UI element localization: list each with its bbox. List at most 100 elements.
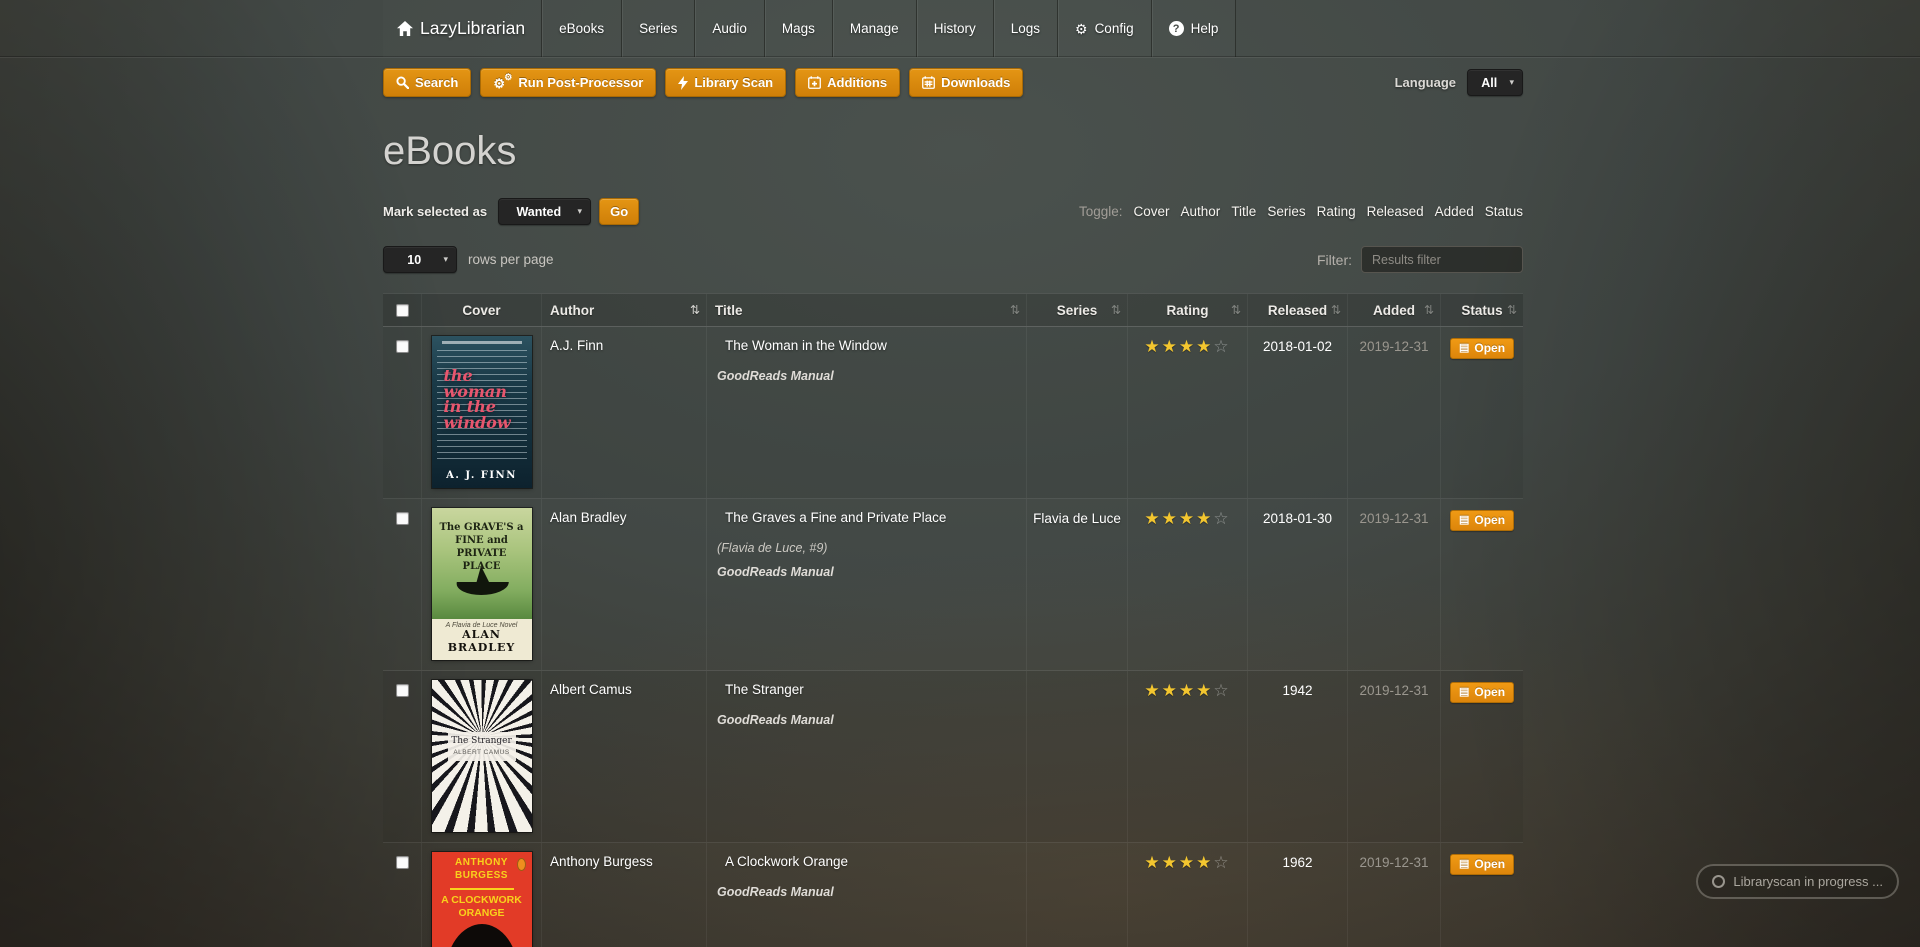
cover-title-text: A CLOCKWORK ORANGE xyxy=(432,894,532,920)
open-button[interactable]: ▤Open xyxy=(1450,682,1514,703)
nav-item-history[interactable]: History xyxy=(916,0,993,57)
penguin-logo xyxy=(517,858,526,871)
title-link[interactable]: A Clockwork Orange xyxy=(725,854,1018,869)
toggle-series[interactable]: Series xyxy=(1267,204,1305,219)
toolbar: Search ⚙⚙ Run Post-Processor Library Sca… xyxy=(383,68,1523,97)
toggle-author[interactable]: Author xyxy=(1181,204,1221,219)
filter-label: Filter: xyxy=(1317,252,1352,268)
header-series[interactable]: Series⇅ xyxy=(1026,294,1127,326)
cover-author-text: ALAN BRADLEY xyxy=(432,628,532,656)
author-link[interactable]: Anthony Burgess xyxy=(550,854,653,869)
nav-item-series[interactable]: Series xyxy=(621,0,694,57)
header-author[interactable]: Author⇅ xyxy=(541,294,706,326)
source-note: GoodReads Manual xyxy=(717,369,1018,383)
downloads-button[interactable]: Downloads xyxy=(909,68,1023,97)
navbar: LazyLibrarian eBooks Series Audio Mags M… xyxy=(383,0,1236,57)
nav-item-manage[interactable]: Manage xyxy=(832,0,916,57)
home-icon xyxy=(397,21,413,36)
search-icon xyxy=(396,76,409,89)
language-group: Language All ▾ xyxy=(1395,69,1523,96)
cover-label: The Stranger ALBERT CAMUS xyxy=(448,732,516,761)
rows-per-page-select[interactable]: 10 ▾ xyxy=(383,246,457,273)
run-post-processor-button[interactable]: ⚙⚙ Run Post-Processor xyxy=(480,68,656,97)
star-rating: ★★★★☆ xyxy=(1144,509,1230,528)
brand-label: LazyLibrarian xyxy=(420,18,525,39)
toggle-added[interactable]: Added xyxy=(1435,204,1474,219)
header-released[interactable]: Released⇅ xyxy=(1247,294,1347,326)
table-header-row: Cover Author⇅ Title⇅ Series⇅ Rating⇅ Rel… xyxy=(383,293,1523,327)
gears-icon: ⚙⚙ xyxy=(493,75,512,91)
added-date: 2019-12-31 xyxy=(1359,855,1428,870)
header-added[interactable]: Added⇅ xyxy=(1347,294,1440,326)
nav-item-logs[interactable]: Logs xyxy=(993,0,1057,57)
header-title[interactable]: Title⇅ xyxy=(706,294,1026,326)
open-button[interactable]: ▤Open xyxy=(1450,338,1514,359)
cover-title-text: the woman in the window xyxy=(444,368,510,431)
added-date: 2019-12-31 xyxy=(1359,511,1428,526)
open-button[interactable]: ▤Open xyxy=(1450,854,1514,875)
calendar-icon xyxy=(922,76,935,89)
source-note: GoodReads Manual xyxy=(717,885,1018,899)
nav-item-ebooks[interactable]: eBooks xyxy=(541,0,621,57)
table-row: the woman in the window A. J. FINN A.J. … xyxy=(383,327,1523,499)
row-checkbox[interactable] xyxy=(396,856,409,869)
toggle-label: Toggle: xyxy=(1079,204,1123,219)
book-icon: ▤ xyxy=(1459,343,1469,354)
header-status[interactable]: Status⇅ xyxy=(1440,294,1523,326)
toggle-cover[interactable]: Cover xyxy=(1134,204,1170,219)
sort-icon: ⇅ xyxy=(1331,303,1341,317)
title-link[interactable]: The Woman in the Window xyxy=(725,338,1018,353)
open-button[interactable]: ▤Open xyxy=(1450,510,1514,531)
toast-message: Libraryscan in progress ... xyxy=(1733,874,1883,889)
cover-decoration xyxy=(442,341,522,344)
header-rating[interactable]: Rating⇅ xyxy=(1127,294,1247,326)
results-filter-input[interactable] xyxy=(1361,246,1523,273)
book-icon: ▤ xyxy=(1459,859,1469,870)
question-circle-icon: ? xyxy=(1169,21,1184,36)
language-label: Language xyxy=(1395,75,1456,90)
nav-item-help[interactable]: ? Help xyxy=(1151,0,1237,57)
star-rating: ★★★★☆ xyxy=(1144,337,1230,356)
bolt-icon xyxy=(678,76,688,90)
toggle-title[interactable]: Title xyxy=(1231,204,1256,219)
cover-decoration xyxy=(450,888,514,890)
author-link[interactable]: Alan Bradley xyxy=(550,510,627,525)
select-all-checkbox[interactable] xyxy=(396,304,409,317)
table-row: ANTHONY BURGESS A CLOCKWORK ORANGE Antho… xyxy=(383,843,1523,947)
toggle-status[interactable]: Status xyxy=(1485,204,1523,219)
toggle-released[interactable]: Released xyxy=(1367,204,1424,219)
released-date: 1962 xyxy=(1282,855,1312,870)
sort-icon: ⇅ xyxy=(1010,303,1020,317)
sort-icon: ⇅ xyxy=(690,303,700,317)
additions-button[interactable]: Additions xyxy=(795,68,900,97)
book-cover[interactable]: ANTHONY BURGESS A CLOCKWORK ORANGE xyxy=(432,852,532,947)
book-cover[interactable]: The Stranger ALBERT CAMUS xyxy=(432,680,532,832)
nav-item-config[interactable]: ⚙ Config xyxy=(1057,0,1151,57)
row-checkbox[interactable] xyxy=(396,684,409,697)
nav-item-mags[interactable]: Mags xyxy=(764,0,832,57)
title-link[interactable]: The Graves a Fine and Private Place xyxy=(725,510,1018,525)
book-cover[interactable]: The GRAVE'S a FINE and PRIVATE PLACE A F… xyxy=(432,508,532,660)
series-link[interactable]: Flavia de Luce xyxy=(1033,511,1121,526)
author-link[interactable]: A.J. Finn xyxy=(550,338,603,353)
controls-row-2: 10 ▾ rows per page Filter: xyxy=(383,246,1523,273)
navbar-divider xyxy=(0,57,1920,58)
book-cover[interactable]: the woman in the window A. J. FINN xyxy=(432,336,532,488)
brand-home-link[interactable]: LazyLibrarian xyxy=(383,0,541,57)
author-link[interactable]: Albert Camus xyxy=(550,682,632,697)
nav-item-audio[interactable]: Audio xyxy=(694,0,764,57)
mark-status-select[interactable]: Wanted ▾ xyxy=(498,198,591,225)
title-link[interactable]: The Stranger xyxy=(725,682,1018,697)
row-checkbox[interactable] xyxy=(396,340,409,353)
star-rating: ★★★★☆ xyxy=(1144,853,1230,872)
row-checkbox[interactable] xyxy=(396,512,409,525)
library-scan-button[interactable]: Library Scan xyxy=(665,68,786,97)
table-row: The GRAVE'S a FINE and PRIVATE PLACE A F… xyxy=(383,499,1523,671)
go-button[interactable]: Go xyxy=(599,198,639,225)
search-button[interactable]: Search xyxy=(383,68,471,97)
added-date: 2019-12-31 xyxy=(1359,339,1428,354)
calendar-plus-icon xyxy=(808,76,821,89)
toggle-rating[interactable]: Rating xyxy=(1317,204,1356,219)
language-select[interactable]: All ▾ xyxy=(1467,69,1523,96)
series-note: (Flavia de Luce, #9) xyxy=(717,541,1018,555)
